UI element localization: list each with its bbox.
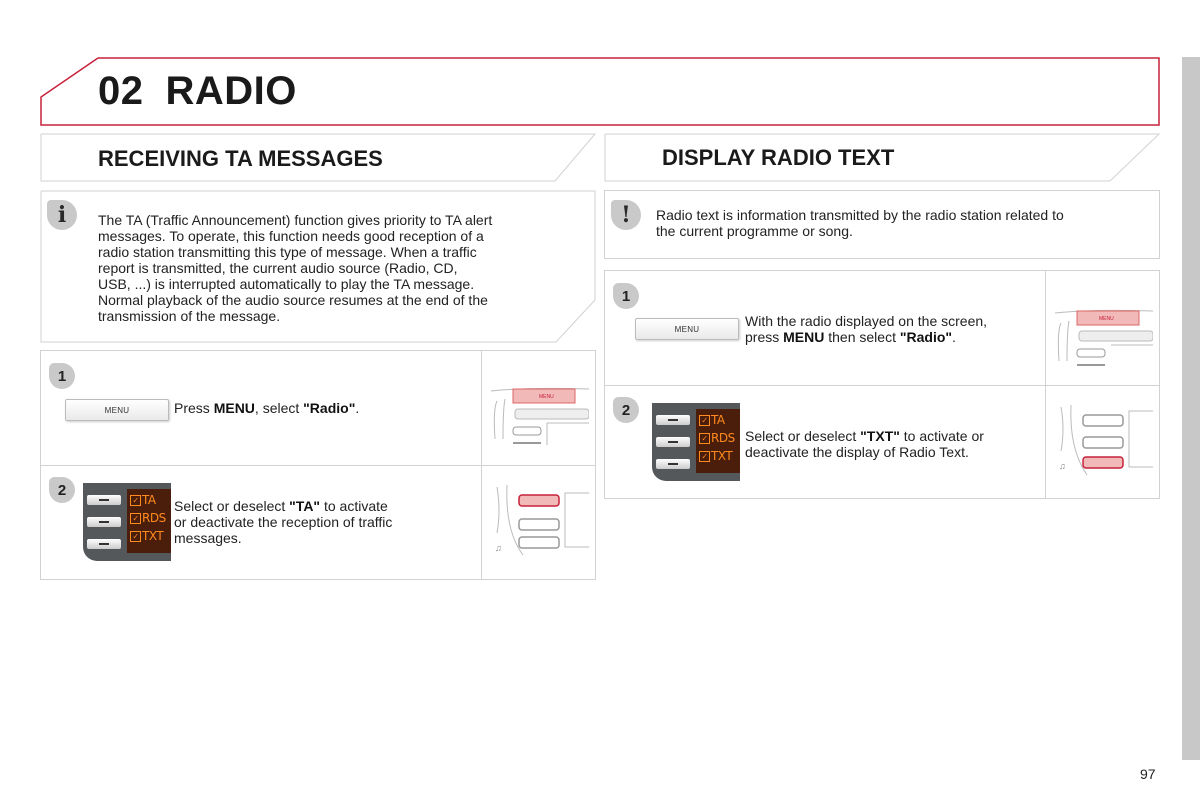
screen-key xyxy=(87,495,121,505)
step-badge: 1 xyxy=(613,283,639,309)
text-bold: MENU xyxy=(213,400,255,416)
lcd-option-label: TA xyxy=(711,413,725,427)
radio-screen-illustration: ✓ TA ✓ RDS ✓ TXT xyxy=(652,403,740,481)
music-note-icon: ♫ xyxy=(1059,461,1066,471)
text: press xyxy=(745,329,784,345)
lcd-options: ✓ TA ✓ RDS ✓ TXT xyxy=(696,409,740,473)
step-badge: 2 xyxy=(49,477,75,503)
note-line: Radio text is information transmitted by… xyxy=(656,207,1064,223)
text: messages. xyxy=(174,530,242,546)
radio-screen-illustration: ✓ TA ✓ RDS ✓ TXT xyxy=(83,483,171,561)
info-note-box: i The TA (Traffic Announcement) function… xyxy=(40,190,596,344)
warning-icon: ! xyxy=(611,200,641,230)
info-note-text: The TA (Traffic Announcement) function g… xyxy=(98,212,578,324)
dashboard-menu-diagram: MENU xyxy=(490,387,589,445)
text: With the radio displayed on the screen, xyxy=(745,313,988,329)
section-heading-radio-text: DISPLAY RADIO TEXT xyxy=(604,133,1160,183)
lcd-options: ✓ TA ✓ RDS ✓ TXT xyxy=(127,489,171,553)
lcd-option: ✓ TXT xyxy=(130,529,164,543)
screen-key xyxy=(656,459,690,469)
section-title: RECEIVING TA MESSAGES xyxy=(98,146,383,171)
text: . xyxy=(355,400,360,416)
diagram-menu-label: MENU xyxy=(539,394,554,400)
step-2-text: Select or deselect "TXT" to activate or … xyxy=(745,428,984,460)
chapter-side-tab xyxy=(1182,57,1200,760)
text: then select xyxy=(824,329,900,345)
step-1-text: Press MENU, select "Radio". xyxy=(174,400,359,416)
steps-table-ta: 1 MENU Press MENU, select "Radio". MENU … xyxy=(40,350,596,580)
page-number: 97 xyxy=(1140,766,1156,782)
text-bold: MENU xyxy=(783,329,825,345)
text-bold: "Radio" xyxy=(899,329,953,345)
text: Select or deselect xyxy=(174,498,290,514)
note-line: report is transmitted, the current audio… xyxy=(98,260,458,276)
text-bold: "TA" xyxy=(289,498,321,514)
lcd-option-label: RDS xyxy=(711,431,735,445)
note-line: the current programme or song. xyxy=(656,223,853,239)
screen-key xyxy=(87,517,121,527)
note-line: Normal playback of the audio source resu… xyxy=(98,292,488,308)
warning-note-text: Radio text is information transmitted by… xyxy=(656,207,1146,239)
lcd-option: ✓ TA xyxy=(699,413,725,427)
lcd-option: ✓ RDS xyxy=(699,431,735,445)
text: to activate or xyxy=(899,428,984,444)
lcd-option: ✓ RDS xyxy=(130,511,166,525)
text-bold: "TXT" xyxy=(860,428,900,444)
note-line: transmission of the message. xyxy=(98,308,281,324)
screen-key xyxy=(656,437,690,447)
note-line: messages. To operate, this function need… xyxy=(98,228,484,244)
chapter-name: RADIO xyxy=(165,69,297,113)
step-badge: 2 xyxy=(613,397,639,423)
warning-note-box: ! Radio text is information transmitted … xyxy=(604,190,1160,259)
step-badge: 1 xyxy=(49,363,75,389)
screen-key xyxy=(656,415,690,425)
text-bold: "Radio" xyxy=(303,400,356,416)
menu-button-illustration: MENU xyxy=(65,399,169,421)
step-1-text: With the radio displayed on the screen, … xyxy=(745,313,987,345)
menu-button-illustration: MENU xyxy=(635,318,739,340)
dashboard-menu-diagram: MENU xyxy=(1054,309,1153,366)
step-2-text: Select or deselect "TA" to activate or d… xyxy=(174,498,392,546)
text: to activate xyxy=(320,498,388,514)
lcd-option: ✓ TA xyxy=(130,493,156,507)
steps-table-radio-text: 1 MENU With the radio displayed on the s… xyxy=(604,270,1160,499)
note-line: radio station transmitting this type of … xyxy=(98,244,477,260)
row-divider xyxy=(605,385,1159,386)
info-icon: i xyxy=(47,200,77,230)
note-line: USB, ...) is interrupted automatically t… xyxy=(98,276,475,292)
chapter-header: 02 RADIO xyxy=(40,57,1160,127)
section-heading-ta: RECEIVING TA MESSAGES xyxy=(40,133,596,183)
lcd-option-label: RDS xyxy=(142,511,166,525)
text: , select xyxy=(254,400,304,416)
lcd-option: ✓ TXT xyxy=(699,449,733,463)
chapter-number: 02 xyxy=(98,69,144,113)
text: . xyxy=(952,329,956,345)
music-note-icon: ♫ xyxy=(495,543,502,553)
diagram-menu-label: MENU xyxy=(1099,316,1114,322)
lcd-option-label: TXT xyxy=(711,449,733,463)
row-divider xyxy=(41,465,595,466)
dashboard-buttons-diagram: ♫ xyxy=(495,484,589,556)
text: Select or deselect xyxy=(745,428,861,444)
text: Press xyxy=(174,400,214,416)
dashboard-buttons-diagram: ♫ xyxy=(1059,404,1153,476)
lcd-option-label: TXT xyxy=(142,529,164,543)
section-title: DISPLAY RADIO TEXT xyxy=(662,145,895,170)
text: deactivate the display of Radio Text. xyxy=(745,444,969,460)
lcd-option-label: TA xyxy=(142,493,156,507)
note-line: The TA (Traffic Announcement) function g… xyxy=(98,212,493,228)
chapter-title: 02 RADIO xyxy=(98,69,297,114)
text: or deactivate the reception of traffic xyxy=(174,514,393,530)
screen-key xyxy=(87,539,121,549)
